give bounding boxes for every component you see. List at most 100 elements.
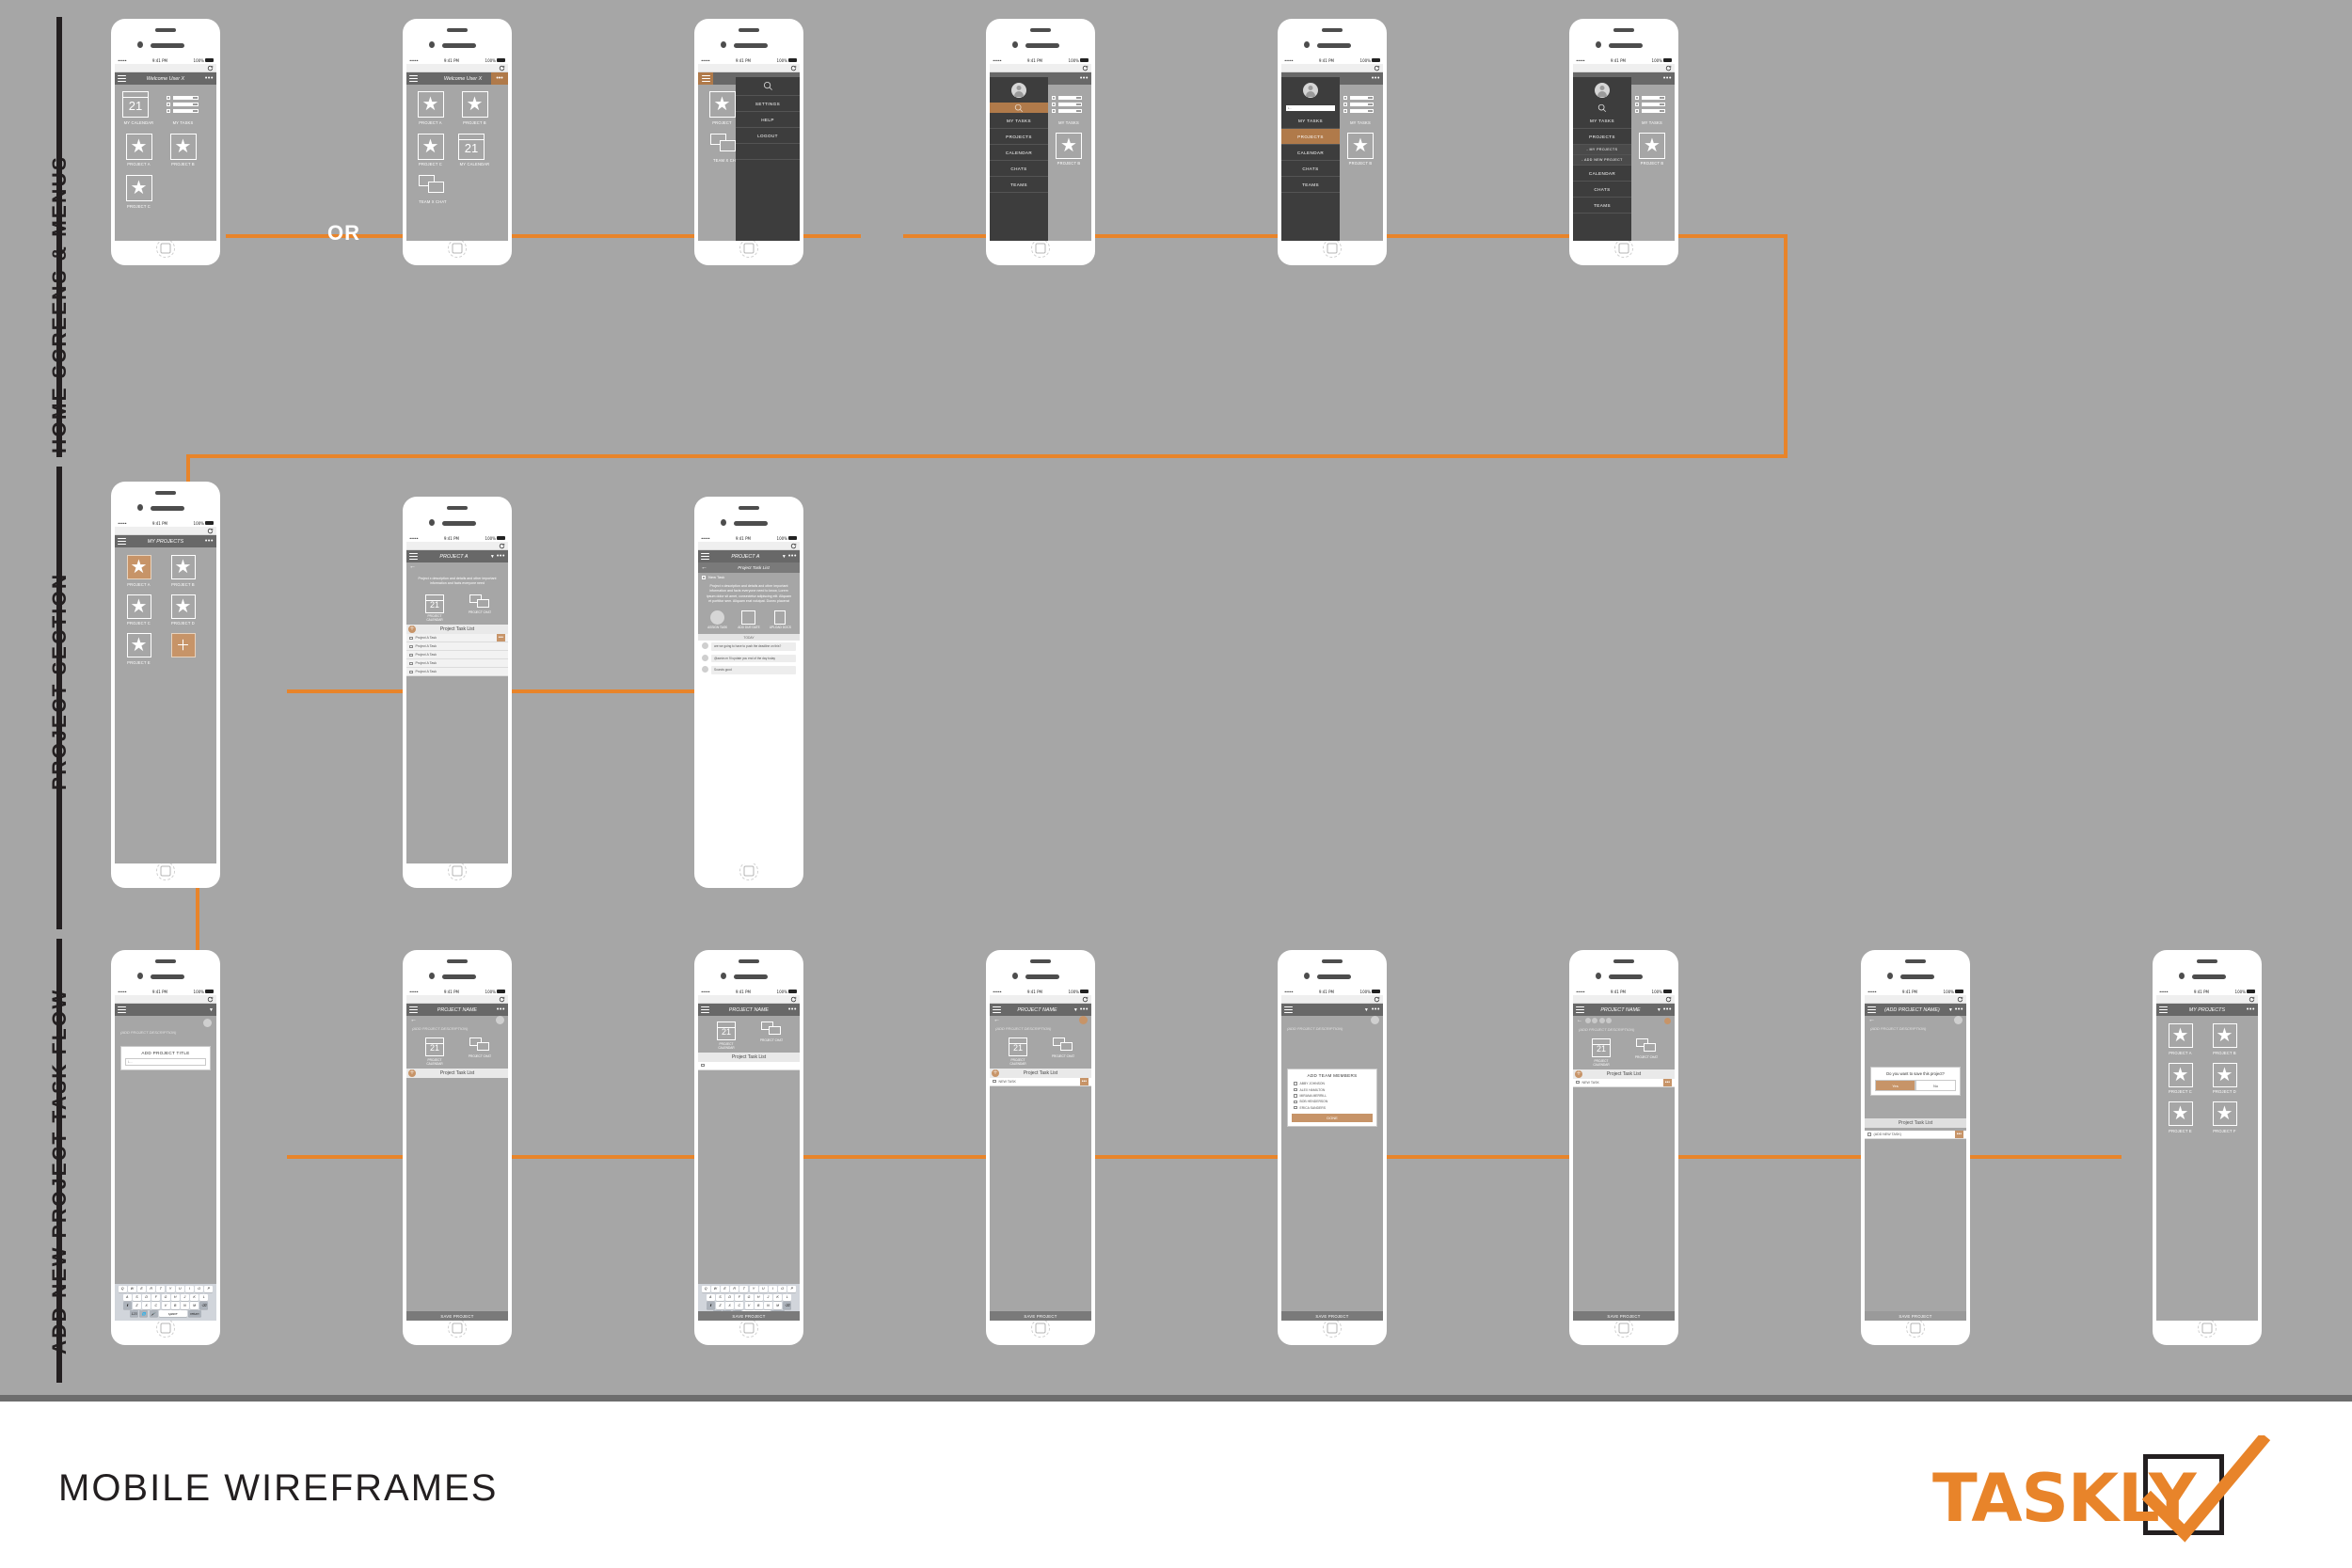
key[interactable]: P — [204, 1285, 214, 1293]
refresh-icon[interactable] — [1374, 65, 1380, 71]
new-task-row[interactable]: (ADD NEW TASK) ••• — [1865, 1131, 1966, 1139]
tile-project-b[interactable]: ★ PROJECT B — [1635, 132, 1669, 166]
key[interactable]: B — [170, 1302, 180, 1309]
home-button[interactable] — [1906, 1319, 1925, 1338]
description-placeholder[interactable]: (ADD PROJECT DESCRIPTION) — [115, 1027, 216, 1037]
shortcut-project-chat[interactable]: PROJECT CHAT — [467, 594, 493, 623]
home-button[interactable] — [1031, 1319, 1050, 1338]
refresh-icon[interactable] — [1374, 996, 1380, 1003]
refresh-icon[interactable] — [1957, 996, 1963, 1003]
home-button[interactable] — [156, 862, 175, 880]
project-title-input[interactable]: L... — [125, 1058, 206, 1066]
member-checkbox[interactable] — [1294, 1087, 1297, 1092]
hamburger-button[interactable] — [698, 72, 713, 85]
key[interactable]: T — [739, 1285, 749, 1293]
refresh-icon[interactable] — [207, 996, 214, 1003]
mic-key[interactable]: 🎤 — [149, 1310, 158, 1318]
action-add-due-date[interactable]: ADD DUE DATE — [738, 610, 760, 629]
task-row[interactable]: Project A Task — [406, 642, 508, 652]
key[interactable]: Q — [118, 1285, 127, 1293]
refresh-icon[interactable] — [207, 528, 214, 534]
shortcut-project-chat[interactable]: PROJECT CHAT — [758, 1022, 785, 1050]
key[interactable]: E — [137, 1285, 147, 1293]
hamburger-icon[interactable] — [409, 553, 418, 560]
tile-my-tasks[interactable]: MY TASKS — [167, 91, 199, 125]
home-button[interactable] — [2198, 1319, 2217, 1338]
home-button[interactable] — [739, 862, 758, 880]
key[interactable]: J — [180, 1293, 189, 1301]
project-tile-d[interactable]: ★ PROJECT D — [167, 594, 199, 626]
task-overflow-icon[interactable]: ••• — [1954, 1131, 1963, 1138]
description-placeholder[interactable]: (ADD PROJECT DESCRIPTION) — [1865, 1024, 1966, 1035]
shortcut-project-calendar[interactable]: 21 PROJECT CALENDAR — [1588, 1038, 1614, 1067]
save-project-button[interactable]: SAVE PROJECT — [1865, 1311, 1966, 1321]
refresh-icon[interactable] — [790, 996, 797, 1003]
chevron-down-icon[interactable]: ▼ — [209, 1007, 214, 1013]
avatar[interactable] — [1281, 77, 1340, 103]
globe-key[interactable]: 🌐 — [139, 1310, 149, 1318]
home-button[interactable] — [1614, 239, 1633, 258]
hamburger-icon[interactable] — [1867, 1006, 1876, 1013]
tile-project-c[interactable]: ★ PROJECT C — [414, 133, 447, 166]
menu-item-calendar[interactable]: CALENDAR — [1281, 145, 1340, 161]
key[interactable]: Q — [701, 1285, 710, 1293]
key[interactable]: U — [175, 1285, 184, 1293]
chevron-down-icon[interactable]: ▼ — [1364, 1007, 1369, 1013]
member-checkbox[interactable] — [1294, 1105, 1297, 1110]
key[interactable]: A — [122, 1293, 132, 1301]
key[interactable]: T — [156, 1285, 166, 1293]
avatar[interactable] — [203, 1019, 212, 1027]
key[interactable]: Y — [749, 1285, 758, 1293]
key[interactable]: H — [170, 1293, 180, 1301]
shortcut-project-chat[interactable]: PROJECT CHAT — [1633, 1038, 1660, 1067]
home-button[interactable] — [739, 239, 758, 258]
chevron-down-icon[interactable]: ▼ — [490, 554, 495, 560]
key[interactable]: M — [773, 1302, 783, 1309]
task-row[interactable]: Project A Task — [406, 668, 508, 677]
description-placeholder[interactable]: (ADD PROJECT DESCRIPTION) — [990, 1024, 1091, 1035]
tile-my-tasks[interactable]: MY TASKS — [1052, 91, 1086, 125]
space-key[interactable]: space — [158, 1310, 187, 1318]
key[interactable]: Y — [166, 1285, 175, 1293]
key[interactable]: W — [710, 1285, 720, 1293]
menu-item-teams[interactable]: TEAMS — [990, 177, 1048, 193]
backspace-key[interactable]: ⌫ — [783, 1302, 792, 1309]
key[interactable]: A — [706, 1293, 715, 1301]
avatar[interactable] — [1371, 1016, 1379, 1024]
hamburger-icon[interactable] — [118, 538, 126, 545]
shift-key[interactable]: ⬆ — [706, 1302, 715, 1309]
member-checkbox[interactable] — [1294, 1082, 1297, 1085]
drawer-search[interactable] — [990, 103, 1048, 113]
drawer-item-settings[interactable]: SETTINGS — [736, 96, 800, 112]
refresh-icon[interactable] — [207, 65, 214, 71]
new-task-row[interactable]: NEW TASK ••• — [990, 1077, 1091, 1086]
tile-team-chat[interactable]: TEAM X CHAT — [414, 175, 452, 204]
add-task-button[interactable]: ＋ — [408, 1069, 416, 1077]
key[interactable]: H — [754, 1293, 763, 1301]
hamburger-icon[interactable] — [409, 1006, 418, 1013]
shortcut-project-chat[interactable]: PROJECT CHAT — [467, 1037, 493, 1066]
refresh-icon[interactable] — [1082, 996, 1089, 1003]
key[interactable]: X — [142, 1302, 151, 1309]
key[interactable]: O — [195, 1285, 204, 1293]
home-button[interactable] — [448, 862, 467, 880]
task-overflow-icon[interactable]: ••• — [1662, 1078, 1672, 1086]
project-tile-c[interactable]: ★ PROJECT C — [123, 594, 154, 626]
task-row[interactable]: Project A Task ••• — [406, 634, 508, 643]
chevron-down-icon[interactable]: ▼ — [1948, 1007, 1953, 1013]
back-button[interactable]: ← — [406, 562, 508, 572]
key[interactable]: K — [190, 1293, 199, 1301]
new-task-row[interactable]: NEW TASK ••• — [1573, 1078, 1675, 1087]
hamburger-icon[interactable] — [1284, 1006, 1293, 1013]
key[interactable]: F — [151, 1293, 161, 1301]
refresh-icon[interactable] — [1082, 65, 1089, 71]
key[interactable]: M — [190, 1302, 199, 1309]
tile-project-b[interactable]: ★ PROJECT B — [458, 91, 491, 125]
hamburger-icon[interactable] — [409, 75, 418, 82]
hamburger-icon[interactable] — [1576, 1006, 1584, 1013]
key[interactable]: R — [730, 1285, 739, 1293]
tile-my-calendar[interactable]: 21 MY CALENDAR — [458, 133, 491, 166]
shortcut-project-chat[interactable]: PROJECT CHAT — [1050, 1037, 1076, 1066]
key[interactable]: V — [744, 1302, 754, 1309]
menu-item-teams[interactable]: TEAMS — [1281, 177, 1340, 193]
